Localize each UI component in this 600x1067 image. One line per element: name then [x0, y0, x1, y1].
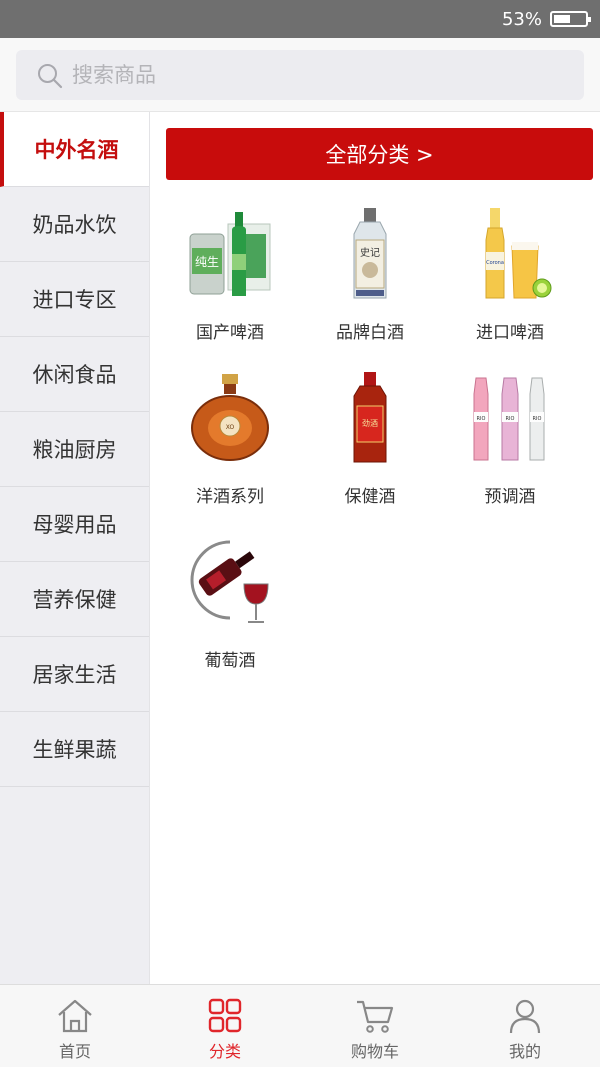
- bottom-tab-bar: 首页 分类 购物车 我的: [0, 984, 600, 1067]
- category-icon: [208, 998, 242, 1033]
- svg-text:纯生: 纯生: [195, 255, 219, 269]
- sidebar-item-kitchen[interactable]: 粮油厨房: [0, 412, 149, 487]
- search-box[interactable]: [16, 50, 584, 100]
- sidebar-item-label: 生鲜果蔬: [32, 738, 117, 762]
- svg-text:RIO: RIO: [506, 416, 515, 422]
- battery-level: [554, 15, 570, 23]
- tab-profile[interactable]: 我的: [450, 985, 600, 1067]
- svg-text:XO: XO: [226, 424, 235, 431]
- svg-text:RIO: RIO: [533, 416, 542, 422]
- sidebar-item-dairy-drinks[interactable]: 奶品水饮: [0, 187, 149, 262]
- tab-category[interactable]: 分类: [150, 985, 300, 1067]
- user-icon: [509, 999, 541, 1034]
- domestic-beer-image: 纯生: [189, 212, 271, 296]
- all-categories-button[interactable]: 全部分类 >: [166, 128, 593, 180]
- sidebar-item-label: 居家生活: [32, 663, 117, 687]
- sidebar-item-label: 进口专区: [32, 288, 117, 312]
- sidebar-item-liquor[interactable]: 中外名酒: [0, 112, 149, 187]
- category-content: 全部分类 > 纯生 国产啤酒 史记 品牌白酒 Corona 进口啤酒 XO 洋酒…: [150, 112, 600, 984]
- tab-label: 分类: [208, 1042, 241, 1061]
- battery-percentage: 53%: [501, 9, 542, 30]
- sidebar-item-label: 中外名酒: [34, 138, 119, 162]
- product-label: 葡萄酒: [204, 651, 256, 671]
- tab-cart[interactable]: 购物车: [300, 985, 450, 1067]
- product-red-wine[interactable]: 葡萄酒: [160, 532, 300, 671]
- product-label: 洋酒系列: [196, 487, 264, 507]
- sidebar-item-label: 母婴用品: [32, 513, 117, 537]
- sidebar-item-label: 营养保健: [32, 588, 117, 612]
- product-health-wine[interactable]: 劲酒 保健酒: [300, 368, 440, 507]
- search-icon: [38, 64, 63, 89]
- cognac-image: XO: [191, 374, 269, 461]
- sidebar-item-fresh[interactable]: 生鲜果蔬: [0, 712, 149, 787]
- sidebar-item-snacks[interactable]: 休闲食品: [0, 337, 149, 412]
- product-premixed-cocktail[interactable]: RIO RIO RIO 预调酒: [440, 368, 580, 507]
- product-label: 预调酒: [484, 487, 536, 507]
- status-bar: 53%: [0, 0, 600, 38]
- product-imported-beer[interactable]: Corona 进口啤酒: [440, 204, 580, 343]
- product-label: 进口啤酒: [476, 323, 544, 343]
- tab-label: 我的: [508, 1042, 541, 1061]
- product-label: 国产啤酒: [196, 323, 264, 343]
- health-wine-image: 劲酒: [353, 372, 387, 463]
- svg-text:史记: 史记: [360, 247, 380, 259]
- sidebar-item-baby[interactable]: 母婴用品: [0, 487, 149, 562]
- battery-icon: [550, 11, 591, 27]
- product-baijiu[interactable]: 史记 品牌白酒: [300, 204, 440, 343]
- search-input[interactable]: [72, 50, 552, 100]
- red-wine-image: [190, 540, 269, 623]
- product-cognac[interactable]: XO 洋酒系列: [160, 368, 300, 507]
- tab-label: 购物车: [350, 1042, 399, 1061]
- sidebar-item-label: 休闲食品: [32, 363, 117, 387]
- svg-text:劲酒: 劲酒: [362, 418, 378, 428]
- premixed-cocktail-image: RIO RIO RIO: [473, 377, 545, 461]
- sidebar-item-health[interactable]: 营养保健: [0, 562, 149, 637]
- sidebar-item-label: 粮油厨房: [32, 438, 117, 462]
- product-domestic-beer[interactable]: 纯生 国产啤酒: [160, 204, 300, 343]
- cart-icon: [357, 1000, 394, 1033]
- sidebar-item-imports[interactable]: 进口专区: [0, 262, 149, 337]
- svg-text:RIO: RIO: [477, 416, 486, 422]
- imported-beer-image: Corona: [485, 208, 552, 299]
- search-bar-area: [0, 38, 600, 112]
- tab-home[interactable]: 首页: [0, 985, 150, 1067]
- tab-label: 首页: [58, 1042, 91, 1061]
- baijiu-image: 史记: [353, 208, 387, 299]
- sidebar-item-label: 奶品水饮: [32, 213, 117, 237]
- svg-text:Corona: Corona: [486, 260, 504, 266]
- category-sidebar: 中外名酒 奶品水饮 进口专区 休闲食品 粮油厨房 母婴用品 营养保健 居家生活 …: [0, 112, 150, 984]
- product-label: 保健酒: [344, 487, 396, 507]
- sidebar-item-home[interactable]: 居家生活: [0, 637, 149, 712]
- product-label: 品牌白酒: [336, 323, 404, 343]
- home-icon: [58, 999, 92, 1033]
